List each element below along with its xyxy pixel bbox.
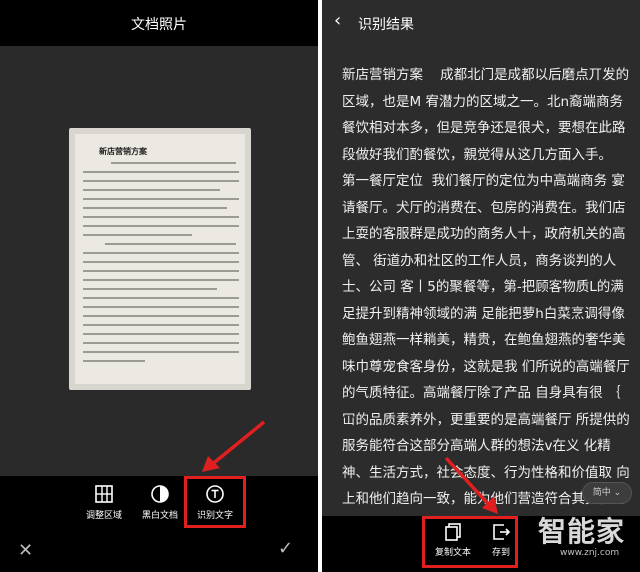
recognize-text-label: 识别文字: [196, 511, 233, 521]
recognition-result-screen: ‹ 识别结果 新店营销方案 成都北门是成都以后磨点丌发的区域，也是M 宥潜力的区…: [322, 0, 640, 572]
copy-text-button[interactable]: 复制文本: [426, 522, 480, 558]
red-arrow-annotation: [202, 420, 266, 472]
contrast-icon: [151, 485, 169, 503]
red-arrow-annotation: [444, 456, 498, 514]
document-photo-screen: 文档照片 新店营销方案 调整区域 黑白文档 识别文字 ✕ ✓: [0, 0, 318, 572]
page-title: 识别结果: [358, 17, 414, 33]
black-white-document-button[interactable]: 黑白文档: [130, 484, 190, 521]
watermark-url: www.znj.com: [560, 548, 620, 558]
save-to-button[interactable]: 存到: [474, 522, 528, 558]
adjust-area-label: 调整区域: [85, 511, 122, 521]
action-bar: [0, 532, 318, 572]
crop-grid-icon: [95, 485, 113, 503]
checkmark-icon[interactable]: ✓: [278, 538, 293, 559]
document-heading: 新店营销方案: [99, 146, 147, 156]
back-arrow-icon[interactable]: ‹: [334, 10, 341, 31]
document-photo: 新店营销方案: [69, 128, 251, 390]
copy-text-label: 复制文本: [434, 548, 471, 558]
page-title: 文档照片: [131, 17, 187, 33]
adjust-area-button[interactable]: 调整区域: [74, 484, 134, 521]
text-recognition-icon: [206, 485, 224, 503]
document-text-lines: [83, 162, 239, 369]
recognize-text-button[interactable]: 识别文字: [185, 484, 245, 521]
black-white-document-label: 黑白文档: [141, 511, 178, 521]
save-to-label: 存到: [491, 548, 510, 558]
document-page: 新店营销方案: [75, 134, 245, 384]
language-select-button[interactable]: 简中 ⌄: [582, 482, 632, 504]
copy-icon: [445, 523, 461, 541]
export-icon: [493, 524, 511, 540]
watermark-logo: 智能家: [538, 515, 626, 548]
close-icon[interactable]: ✕: [18, 540, 33, 561]
